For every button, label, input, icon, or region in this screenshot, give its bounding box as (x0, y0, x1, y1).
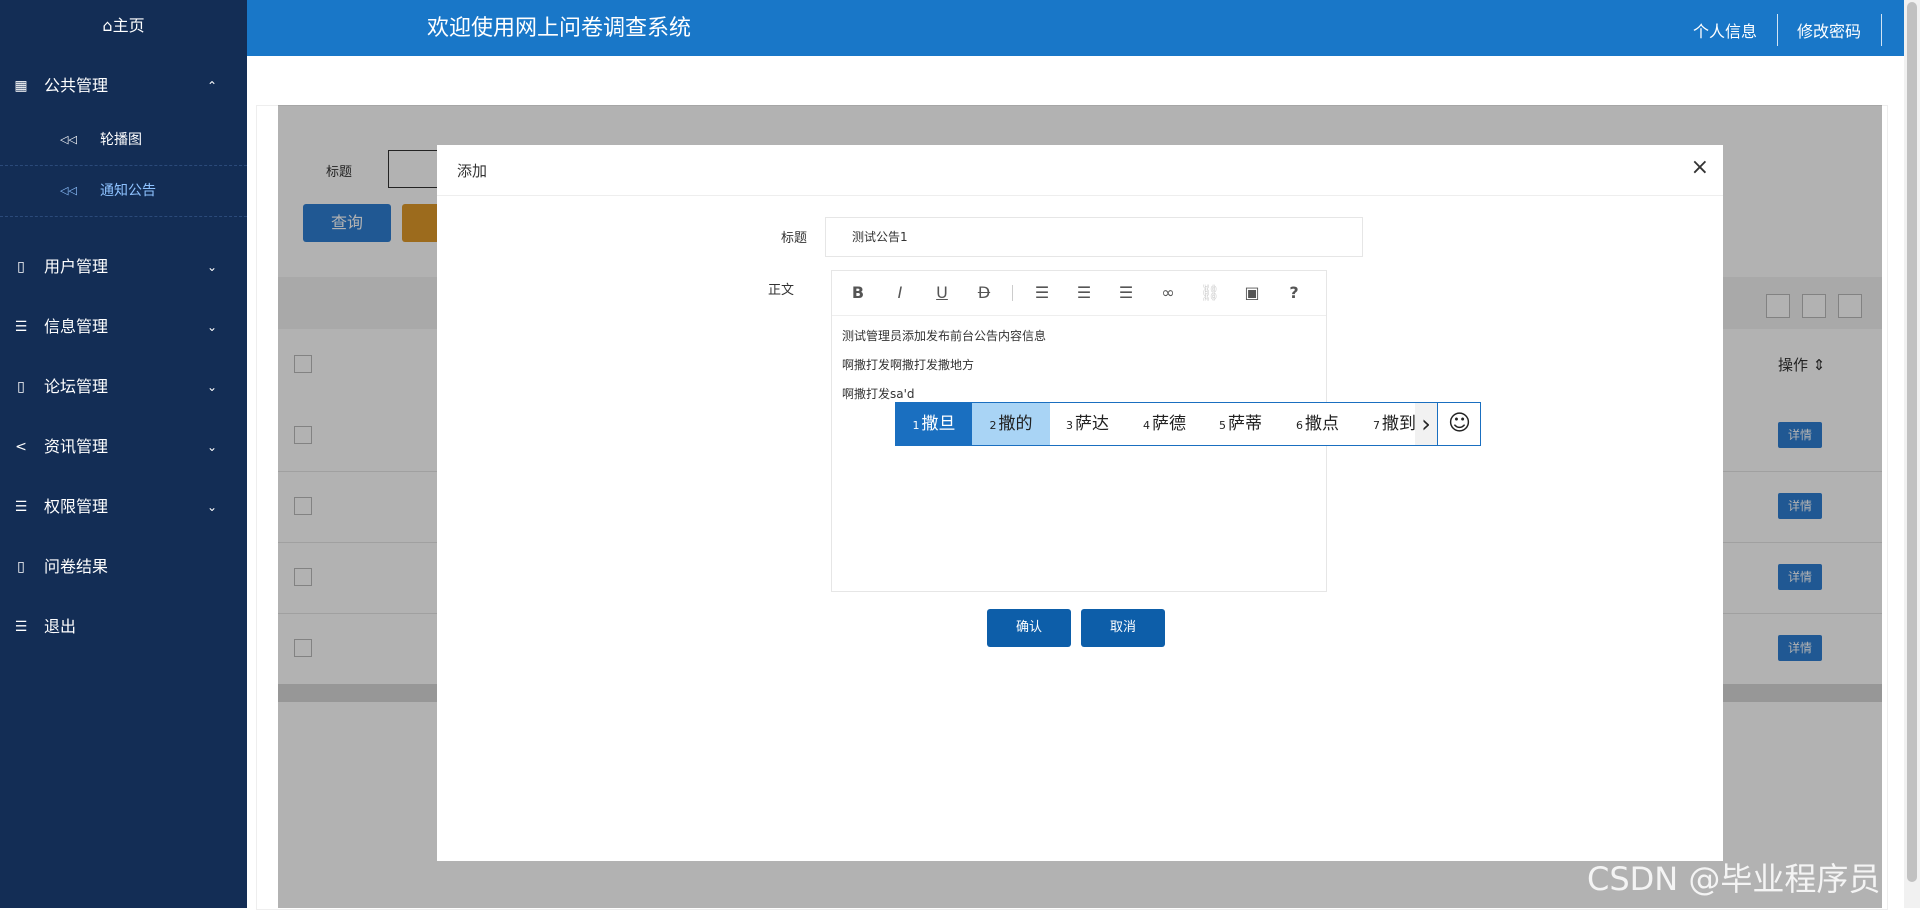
align-right-icon[interactable]: ☰ (1114, 281, 1138, 305)
list-icon: ☰ (14, 499, 28, 515)
ime-candidate[interactable]: 6 撒点 (1296, 403, 1339, 445)
ime-candidate[interactable]: 3 萨达 (1066, 403, 1109, 445)
editor-text-line: 啊撒打发sa'd (842, 387, 915, 401)
sidebar-item-public[interactable]: ▦ 公共管理 ⌃ (0, 66, 247, 106)
editor-text-line: 测试管理员添加发布前台公告内容信息 (842, 329, 1047, 343)
editor-toolbar: B I U D ☰ ☰ ☰ ∞ ⛓ ▣ ? (832, 271, 1326, 316)
sidebar-item-forum[interactable]: ▯ 论坛管理 ⌄ (0, 367, 247, 407)
sidebar-item-label: 论坛管理 (44, 377, 109, 396)
sidebar-subitem-carousel[interactable]: ◁◁ 轮播图 (0, 115, 247, 166)
scrollbar-thumb[interactable] (1907, 2, 1917, 882)
divider (1881, 14, 1882, 46)
change-password-link[interactable]: 修改密码 (1797, 18, 1861, 42)
body-label: 正文 (768, 283, 795, 298)
sidebar-item-label: 信息管理 (44, 317, 109, 336)
list-icon: ☰ (14, 319, 28, 335)
ime-candidate-bar: 1 撒旦 2 撒的 3 萨达 4 萨德 5 萨蒂 6 撒点 7 撒到 › ☺ (895, 402, 1481, 446)
top-bar: 欢迎使用网上问卷调查系统 个人信息 修改密码 (247, 0, 1904, 56)
double-chevron-left-icon: ◁◁ (60, 184, 77, 197)
ime-candidate[interactable]: 7 撒到 (1373, 403, 1416, 445)
sidebar-item-logout[interactable]: ☰ 退出 (0, 607, 247, 647)
title-label: 标题 (781, 231, 808, 246)
sidebar-subitem-notices[interactable]: ◁◁ 通知公告 (0, 166, 247, 217)
book-icon: ▯ (17, 379, 25, 395)
sidebar-item-users[interactable]: ▯ 用户管理 ⌄ (0, 247, 247, 287)
ime-candidate[interactable]: 5 萨蒂 (1219, 403, 1262, 445)
sidebar-item-info[interactable]: ☰ 信息管理 ⌄ (0, 307, 247, 347)
strikethrough-icon[interactable]: D (972, 281, 996, 305)
sidebar-item-label: 问卷结果 (44, 557, 109, 576)
sidebar-item-label: 公共管理 (44, 76, 109, 95)
watermark: CSDN @毕业程序员 (1587, 860, 1881, 898)
toolbar-divider (1012, 285, 1013, 301)
sidebar-item-survey-results[interactable]: ▯ 问卷结果 (0, 547, 247, 587)
align-center-icon[interactable]: ☰ (1072, 281, 1096, 305)
modal-title: 添加 (457, 162, 488, 180)
link-icon[interactable]: ∞ (1156, 281, 1180, 305)
list-icon: ☰ (14, 619, 28, 635)
sidebar: ⌂主页 ▦ 公共管理 ⌃ ◁◁ 轮播图 ◁◁ 通知公告 ▯ 用户管理 ⌄ ☰ 信… (0, 0, 247, 908)
book-icon: ▯ (17, 559, 25, 575)
italic-icon[interactable]: I (888, 281, 912, 305)
confirm-button[interactable]: 确认 (987, 609, 1071, 647)
ime-candidate[interactable]: 1 撒旦 (896, 403, 972, 445)
sidebar-item-label: 权限管理 (44, 497, 109, 516)
chevron-down-icon: ⌄ (206, 440, 217, 454)
align-left-icon[interactable]: ☰ (1030, 281, 1054, 305)
title-input[interactable]: 测试公告1 (825, 217, 1363, 257)
chevron-down-icon: ⌄ (206, 380, 217, 394)
profile-link[interactable]: 个人信息 (1693, 18, 1757, 42)
title-input-value: 测试公告1 (852, 230, 908, 244)
book-icon: ▯ (17, 259, 25, 275)
chevron-up-icon: ⌃ (206, 79, 217, 93)
double-chevron-left-icon: ◁◁ (60, 133, 77, 146)
editor-text-line: 啊撒打发啊撒打发撒地方 (842, 358, 975, 372)
share-icon: < (15, 439, 27, 455)
ime-candidate[interactable]: 2 撒的 (972, 403, 1050, 445)
sidebar-subitem-label: 通知公告 (100, 183, 156, 199)
help-icon[interactable]: ? (1282, 281, 1306, 305)
sidebar-item-label: 退出 (44, 617, 77, 636)
ime-candidate[interactable]: 4 萨德 (1143, 403, 1186, 445)
image-icon[interactable]: ▣ (1240, 281, 1264, 305)
ime-next-page-icon[interactable]: › (1415, 403, 1437, 445)
chevron-down-icon: ⌄ (206, 500, 217, 514)
close-icon[interactable]: × (1691, 155, 1709, 180)
underline-icon[interactable]: U (930, 281, 954, 305)
modal-header: 添加 × (437, 145, 1723, 196)
sidebar-home[interactable]: ⌂主页 (0, 0, 247, 52)
emoji-icon[interactable]: ☺ (1437, 403, 1481, 445)
sidebar-item-permissions[interactable]: ☰ 权限管理 ⌄ (0, 487, 247, 527)
chevron-down-icon: ⌄ (206, 260, 217, 274)
sidebar-item-label: 资讯管理 (44, 437, 109, 456)
add-notice-modal: 添加 × 标题 测试公告1 正文 B I U D ☰ ☰ ☰ ∞ ⛓ ▣ ? 测… (437, 145, 1723, 861)
sidebar-item-news[interactable]: < 资讯管理 ⌄ (0, 427, 247, 467)
page-scrollbar[interactable] (1904, 0, 1920, 908)
sidebar-item-label: 用户管理 (44, 257, 109, 276)
cancel-button[interactable]: 取消 (1081, 609, 1165, 647)
divider (1777, 14, 1778, 46)
unlink-icon[interactable]: ⛓ (1198, 281, 1222, 305)
page-title: 欢迎使用网上问卷调查系统 (427, 16, 692, 41)
grid-icon: ▦ (14, 78, 28, 94)
chevron-down-icon: ⌄ (206, 320, 217, 334)
bold-icon[interactable]: B (846, 281, 870, 305)
sidebar-subitem-label: 轮播图 (100, 132, 142, 148)
